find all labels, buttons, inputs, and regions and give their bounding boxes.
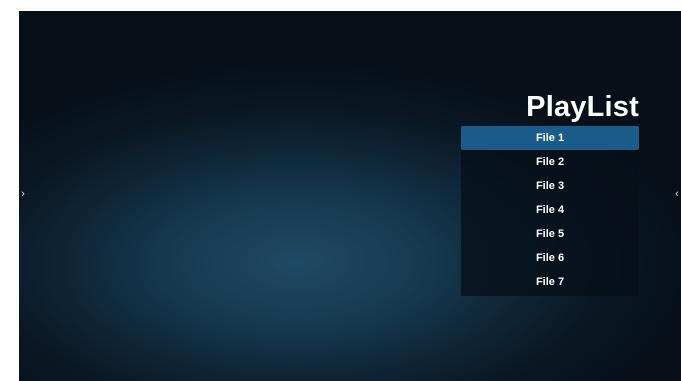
- playlist-item-file-7[interactable]: File 7: [461, 270, 639, 294]
- media-player-screen: › PlayList File 1 File 2 File 3 File 4 F…: [19, 11, 681, 381]
- playlist-item-file-3[interactable]: File 3: [461, 174, 639, 198]
- playlist-item-file-4[interactable]: File 4: [461, 198, 639, 222]
- playlist-title: PlayList: [526, 91, 639, 123]
- playlist-panel: File 1 File 2 File 3 File 4 File 5 File …: [461, 126, 639, 296]
- chevron-right-icon[interactable]: ›: [19, 189, 27, 200]
- playlist-item-file-1[interactable]: File 1: [461, 126, 639, 150]
- playlist-item-file-6[interactable]: File 6: [461, 246, 639, 270]
- chevron-left-icon[interactable]: ‹: [673, 189, 681, 200]
- playlist-item-file-5[interactable]: File 5: [461, 222, 639, 246]
- playlist-item-file-2[interactable]: File 2: [461, 150, 639, 174]
